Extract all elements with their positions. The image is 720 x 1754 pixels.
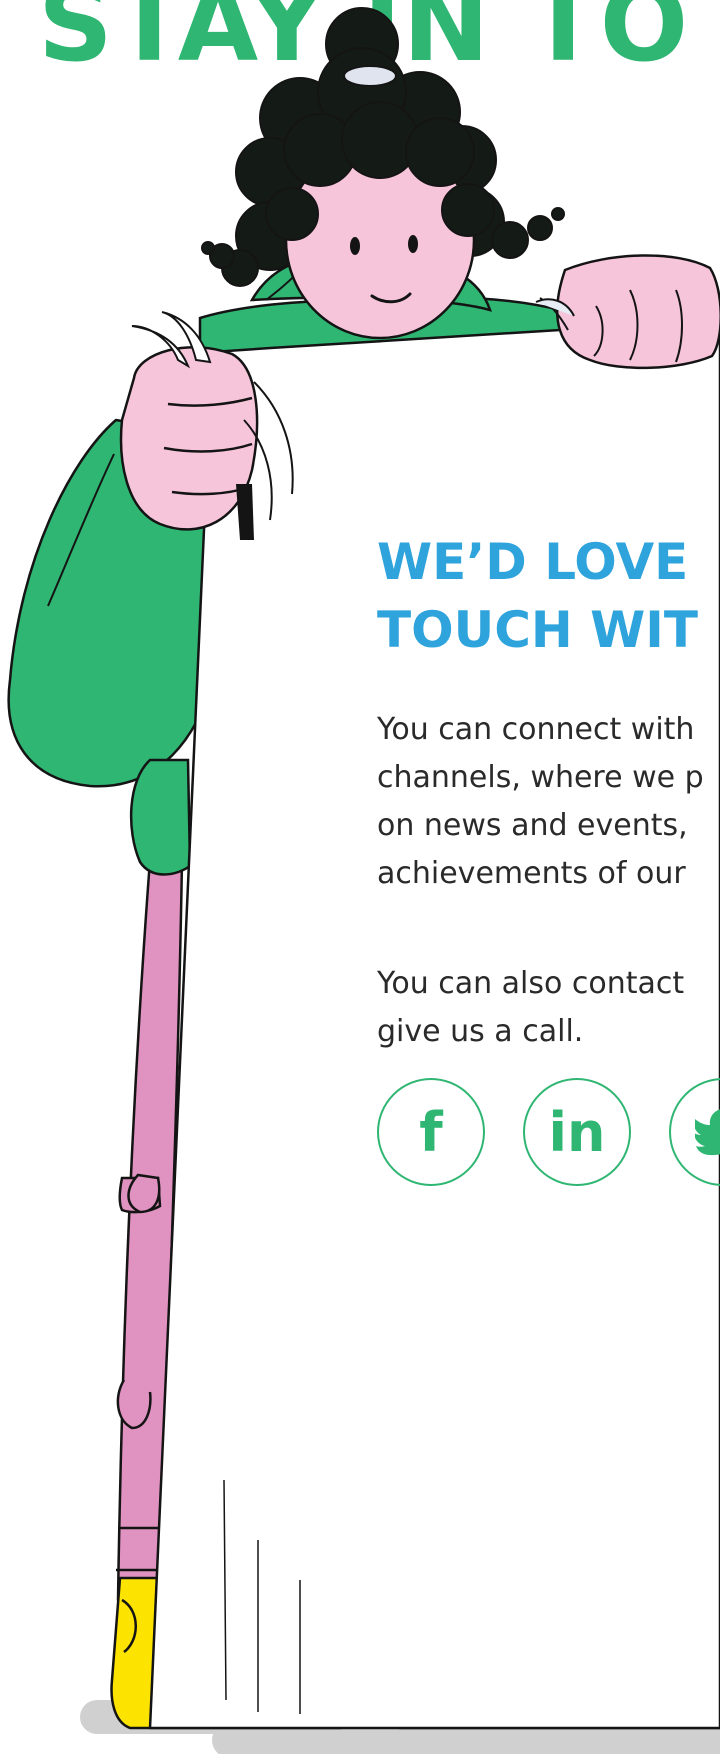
contact-heading: WE’D LOVE TOUCH WIT (377, 528, 720, 664)
paragraph-line: give us a call. (377, 1014, 584, 1049)
contact-content: WE’D LOVE TOUCH WIT You can connect with… (377, 528, 720, 1186)
paragraph-line: on news and events, (377, 808, 688, 843)
paragraph-line: You can connect with (377, 712, 695, 747)
contact-section: STAY IN TO WE’D LOVE TOUCH WIT You can c… (0, 0, 720, 1754)
linkedin-button[interactable]: in (523, 1078, 631, 1186)
paragraph-line: achievements of our (377, 856, 686, 891)
twitter-button[interactable] (669, 1078, 720, 1186)
connect-paragraph: You can connect with channels, where we … (377, 706, 720, 898)
social-links: f in (377, 1078, 720, 1186)
heading-line-2: TOUCH WIT (377, 601, 699, 659)
twitter-icon (695, 1109, 720, 1156)
heading-line-1: WE’D LOVE (377, 533, 689, 591)
paragraph-line: You can also contact (377, 966, 685, 1001)
paragraph-line: channels, where we p (377, 760, 704, 795)
facebook-icon: f (419, 1100, 443, 1164)
linkedin-icon: in (548, 1100, 606, 1164)
facebook-button[interactable]: f (377, 1078, 485, 1186)
contact-paragraph: You can also contact give us a call. (377, 960, 720, 1056)
